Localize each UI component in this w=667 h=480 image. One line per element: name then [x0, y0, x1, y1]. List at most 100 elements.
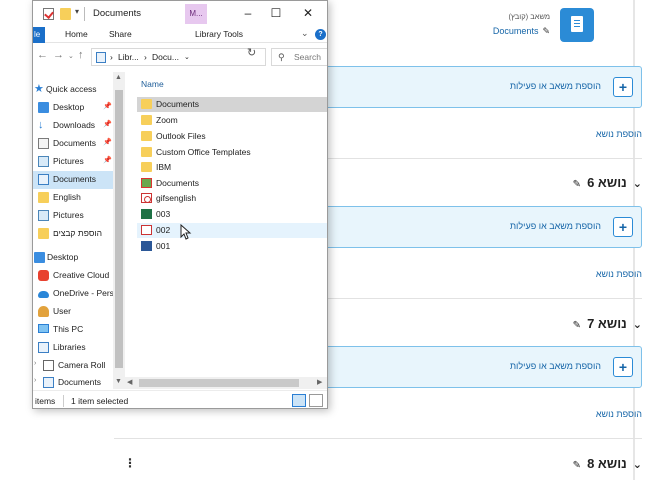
- pin-icon[interactable]: 📌: [103, 102, 112, 110]
- pin-icon[interactable]: 📌: [103, 138, 112, 146]
- file-row[interactable]: Zoom: [137, 113, 327, 128]
- topic-8-header[interactable]: ⌄ נושא 8 ✎: [472, 456, 642, 471]
- address-dropdown-icon[interactable]: ⌄: [184, 53, 190, 61]
- search-input[interactable]: ⚲ Search: [271, 48, 327, 66]
- tab-library-tools[interactable]: Library Tools: [195, 29, 243, 39]
- manage-context-tab[interactable]: M...: [185, 4, 207, 24]
- scroll-left-icon[interactable]: ◀: [127, 378, 132, 386]
- desktop-icon: [38, 102, 49, 113]
- details-view-icon[interactable]: [292, 394, 306, 407]
- file-row[interactable]: 003: [137, 207, 327, 222]
- breadcrumb-libraries[interactable]: Libr...: [118, 52, 139, 62]
- customize-toolbar-icon[interactable]: ▾: [75, 7, 79, 16]
- scroll-down-icon[interactable]: ▼: [115, 378, 122, 385]
- nav-pictures[interactable]: Pictures 📌: [33, 153, 125, 171]
- nav-creative-cloud[interactable]: Creative Cloud: [33, 267, 125, 285]
- close-button[interactable]: ✕: [299, 5, 317, 21]
- minimize-button[interactable]: –: [239, 5, 257, 21]
- pencil-icon[interactable]: ✎: [542, 26, 550, 36]
- recent-locations-icon[interactable]: ⌄: [68, 52, 74, 60]
- nav-quick-access[interactable]: ★ Quick access: [33, 81, 125, 99]
- nav-desktop[interactable]: Desktop 📌: [33, 99, 125, 117]
- expand-arrow-icon[interactable]: ›: [34, 360, 36, 367]
- forward-arrow-icon[interactable]: →: [53, 49, 64, 61]
- properties-icon[interactable]: [43, 8, 54, 20]
- large-icons-view-icon[interactable]: [309, 394, 323, 407]
- address-bar[interactable]: › Libr... › Docu... ⌄: [91, 48, 266, 66]
- breadcrumb-arrow-icon[interactable]: ›: [110, 52, 113, 62]
- item-count: items: [35, 396, 56, 406]
- search-icon: ⚲: [278, 52, 285, 62]
- download-icon: ↓: [38, 119, 44, 131]
- resource-card[interactable]: משאב (קובץ) ✎Documents: [478, 8, 594, 42]
- nav-label: Pictures: [53, 156, 84, 166]
- chevron-down-icon[interactable]: ⌄: [633, 178, 642, 190]
- pin-icon[interactable]: 📌: [103, 120, 112, 128]
- resource-name[interactable]: Documents: [493, 26, 539, 36]
- file-row[interactable]: IBM: [137, 160, 327, 175]
- chevron-down-icon[interactable]: ⌄: [633, 459, 642, 471]
- folder-icon: [38, 228, 49, 239]
- nav-pictures-2[interactable]: Pictures: [33, 207, 125, 225]
- scroll-thumb[interactable]: [139, 379, 299, 387]
- file-row[interactable]: gifsenglish: [137, 191, 327, 206]
- nav-onedrive[interactable]: OneDrive - Pers: [33, 285, 125, 303]
- file-row[interactable]: Outlook Files: [137, 129, 327, 144]
- add-topic-link[interactable]: הוספת נושא: [512, 409, 642, 419]
- nav-label: Documents: [58, 377, 101, 387]
- nav-pane-scrollbar[interactable]: ▲ ▼: [113, 72, 125, 389]
- file-name: Outlook Files: [156, 131, 206, 141]
- breadcrumb-documents[interactable]: Docu...: [152, 52, 179, 62]
- resource-name-link[interactable]: ✎Documents: [493, 26, 550, 37]
- title-bar[interactable]: ▾ Documents M... – ☐ ✕: [33, 1, 327, 27]
- scroll-thumb[interactable]: [115, 90, 123, 368]
- nav-camera-roll[interactable]: › Camera Roll: [33, 357, 125, 375]
- expand-arrow-icon[interactable]: ›: [34, 377, 36, 384]
- add-topic-link[interactable]: הוספת נושא: [512, 129, 642, 139]
- tab-share[interactable]: Share: [109, 29, 132, 39]
- nav-add-files[interactable]: הוספת קבצים: [33, 225, 125, 243]
- topic-7-header[interactable]: ⌄ נושא 7 ✎: [472, 316, 642, 331]
- scroll-right-icon[interactable]: ▶: [317, 378, 322, 386]
- column-header-name[interactable]: Name: [141, 79, 164, 89]
- nav-documents-library[interactable]: Documents: [33, 171, 125, 189]
- file-explorer-window[interactable]: ▾ Documents M... – ☐ ✕ le Home Share Lib…: [32, 0, 328, 409]
- tab-file[interactable]: le: [33, 27, 45, 43]
- nav-english[interactable]: English: [33, 189, 125, 207]
- pencil-icon[interactable]: ✎: [573, 460, 581, 471]
- nav-documents[interactable]: Documents 📌: [33, 135, 125, 153]
- library-icon: [38, 342, 49, 353]
- breadcrumb-arrow-icon[interactable]: ›: [144, 52, 147, 62]
- refresh-icon[interactable]: ↻: [247, 46, 256, 59]
- new-folder-icon[interactable]: [60, 8, 71, 20]
- nav-this-pc[interactable]: This PC: [33, 321, 125, 339]
- scroll-up-icon[interactable]: ▲: [115, 74, 122, 81]
- file-name: Documents: [156, 99, 199, 109]
- file-row[interactable]: 002: [137, 223, 327, 238]
- pencil-icon[interactable]: ✎: [573, 179, 581, 190]
- nav-libraries[interactable]: Libraries: [33, 339, 125, 357]
- kebab-menu-icon[interactable]: ⋮: [124, 456, 136, 470]
- expand-ribbon-icon[interactable]: ⌄: [301, 28, 309, 39]
- navigation-pane[interactable]: ★ Quick access Desktop 📌 ↓ Downloads 📌 D…: [33, 72, 125, 389]
- file-row[interactable]: Custom Office Templates: [137, 145, 327, 160]
- pencil-icon[interactable]: ✎: [573, 320, 581, 331]
- tab-home[interactable]: Home: [65, 29, 88, 39]
- nav-user[interactable]: User: [33, 303, 125, 321]
- add-topic-link[interactable]: הוספת נושא: [512, 269, 642, 279]
- help-icon[interactable]: ?: [315, 29, 326, 40]
- file-row[interactable]: Documents: [137, 97, 327, 112]
- pin-icon[interactable]: 📌: [103, 156, 112, 164]
- file-row[interactable]: Documents: [137, 176, 327, 191]
- divider: [84, 7, 85, 21]
- back-arrow-icon[interactable]: ←: [37, 49, 48, 61]
- chevron-down-icon[interactable]: ⌄: [633, 319, 642, 331]
- horizontal-scrollbar[interactable]: ◀ ▶: [125, 377, 327, 389]
- file-list[interactable]: Documents Zoom Outlook Files Custom Offi…: [137, 96, 327, 376]
- topic-6-header[interactable]: ⌄ נושא 6 ✎: [472, 175, 642, 190]
- maximize-button[interactable]: ☐: [267, 5, 285, 21]
- nav-desktop-root[interactable]: Desktop: [33, 249, 125, 267]
- nav-downloads[interactable]: ↓ Downloads 📌: [33, 117, 125, 135]
- up-arrow-icon[interactable]: ↑: [78, 49, 84, 61]
- file-row[interactable]: 001: [137, 239, 327, 254]
